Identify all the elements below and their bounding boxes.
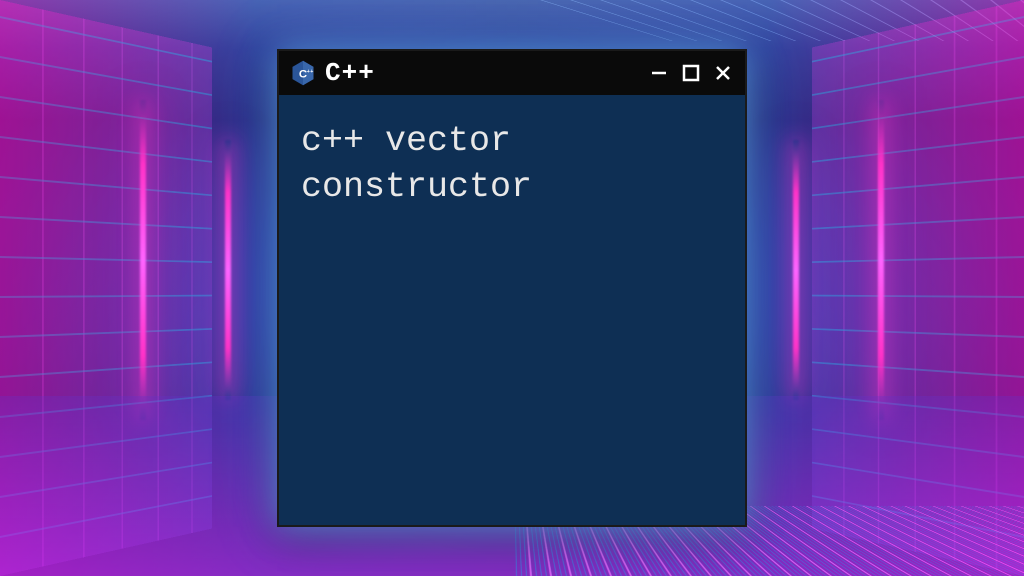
neon-pillar [140,100,146,420]
code-text: c++ vector constructor [301,119,723,210]
window-title: C++ [325,58,639,88]
neon-pillar [878,100,884,420]
window-controls [647,61,735,85]
maximize-button[interactable] [679,61,703,85]
svg-text:+: + [310,69,313,75]
svg-text:+: + [307,69,310,75]
cpp-logo-icon: C + + [289,59,317,87]
terminal-window[interactable]: C + + C++ [277,49,747,527]
neon-pillar [225,140,231,400]
titlebar[interactable]: C + + C++ [279,51,745,95]
close-button[interactable] [711,61,735,85]
minimize-button[interactable] [647,61,671,85]
terminal-content[interactable]: c++ vector constructor [279,95,745,234]
neon-pillar [793,140,799,400]
